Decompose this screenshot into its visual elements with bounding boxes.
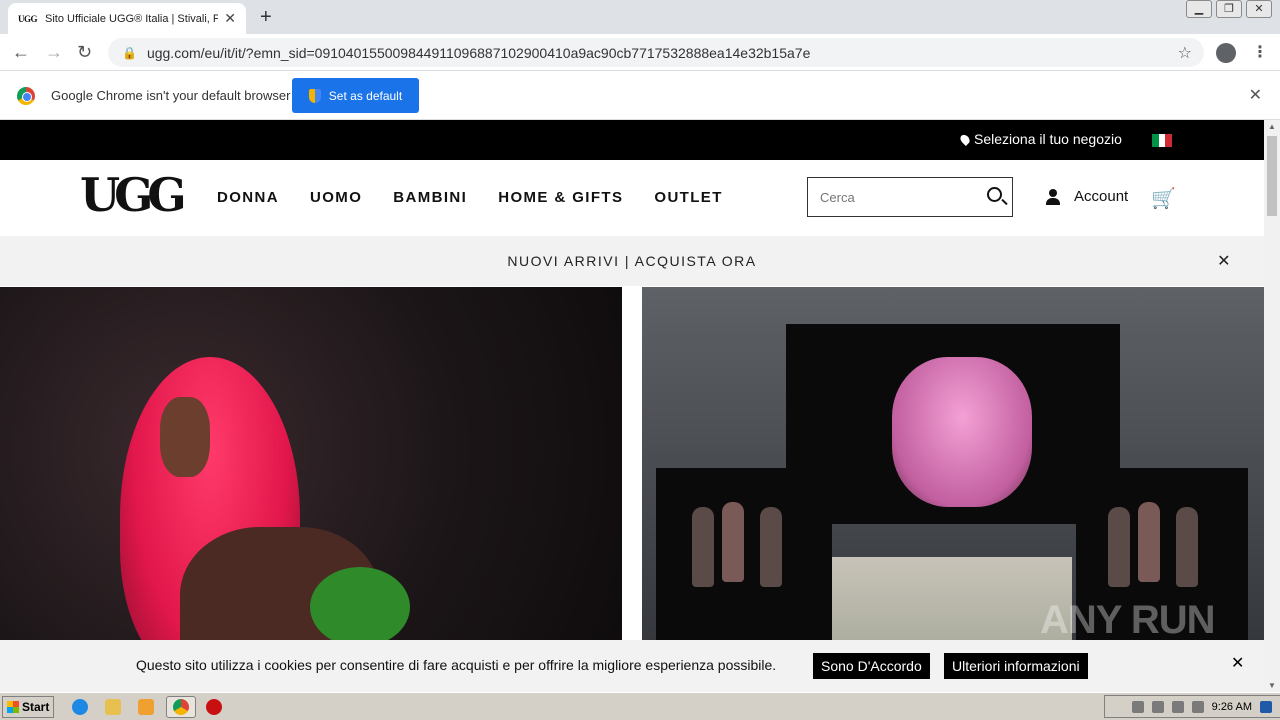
collage-figure [722,502,744,582]
collage-figure [692,507,714,587]
account-label: Account [1074,188,1129,205]
minimize-icon[interactable]: ▁ [1186,0,1212,18]
browser-menu-icon[interactable]: ⋮ [1252,42,1268,62]
italy-flag-icon[interactable] [1152,134,1173,147]
tray-arrow-icon[interactable] [1131,700,1144,713]
set-as-default-button[interactable]: Set as default [292,78,419,113]
infobar-message: Google Chrome isn't your default browser [51,88,291,103]
volume-icon[interactable] [1151,700,1164,713]
chrome-logo-icon [17,87,35,105]
shield-icon [308,88,321,103]
forward-icon[interactable]: → [45,42,63,63]
show-desktop-icon[interactable] [1260,700,1272,713]
utility-bar: Seleziona il tuo negozio [0,120,1264,160]
collage-pink-hair [892,357,1032,507]
collage-figure [1176,507,1198,587]
tab-title: Sito Ufficiale UGG® Italia | Stivali, P [45,12,219,25]
search-box [807,177,1013,217]
collage-figure [1108,507,1130,587]
collage-figure [760,507,782,587]
tab-close-icon[interactable]: ✕ [224,10,236,27]
search-icon[interactable] [987,187,1002,202]
browser-tab-strip: UGG Sito Ufficiale UGG® Italia | Stivali… [0,0,1280,34]
account-link[interactable]: Account [1046,188,1128,205]
back-icon[interactable]: ← [12,42,30,63]
system-tray: 9:26 AM [1104,695,1280,718]
restore-icon[interactable]: ❐ [1216,0,1242,18]
browser-tab[interactable]: UGG Sito Ufficiale UGG® Italia | Stivali… [8,3,246,34]
profile-icon[interactable] [1216,43,1236,63]
site-header: UGG DONNA UOMO BAMBINI HOME & GIFTS OUTL… [0,160,1264,236]
ugg-favicon-icon: UGG [18,13,38,24]
infobar-close-icon[interactable]: ✕ [1249,85,1262,105]
promo-text: NUOVI ARRIVI | ACQUISTA ORA [507,253,757,269]
nav-bambini[interactable]: BAMBINI [393,189,467,206]
page-scrollbar[interactable]: ▲ ▼ [1264,120,1280,692]
lock-icon[interactable]: 🔒 [122,46,137,60]
network-icon[interactable] [1171,700,1184,713]
start-button[interactable]: Start [2,696,54,718]
hero-image-left[interactable] [0,287,622,692]
clock[interactable]: 9:26 AM [1212,701,1252,713]
cookie-close-icon[interactable]: ✕ [1231,653,1244,673]
anyrun-watermark: ANY RUN [1040,598,1216,642]
promo-close-icon[interactable]: ✕ [1217,251,1232,271]
location-pin-icon [958,132,972,146]
scroll-up-icon[interactable]: ▲ [1268,122,1276,131]
browser-toolbar: ← → ↻ 🔒 ugg.com/eu/it/it/?emn_sid=091040… [0,34,1280,71]
start-label: Start [22,700,50,714]
address-bar[interactable]: 🔒 ugg.com/eu/it/it/?emn_sid=091040155009… [108,38,1204,67]
ugg-logo[interactable]: UGG [80,168,187,222]
windows-logo-icon [7,701,19,713]
stop-icon[interactable] [206,699,222,715]
new-tab-icon[interactable]: + [260,6,272,29]
default-browser-infobar: Google Chrome isn't your default browser… [0,71,1280,120]
page-viewport: Seleziona il tuo negozio UGG DONNA UOMO … [0,120,1264,692]
promo-banner[interactable]: NUOVI ARRIVI | ACQUISTA ORA ✕ [0,236,1264,286]
scrollbar-thumb[interactable] [1267,136,1277,216]
chrome-taskbar-icon [173,699,189,715]
cookie-banner: Questo sito utilizza i cookies per conse… [0,640,1264,692]
hero-figure-face [160,397,210,477]
user-icon [1046,188,1060,205]
main-nav: DONNA UOMO BAMBINI HOME & GIFTS OUTLET [217,189,754,206]
media-player-icon[interactable] [138,699,154,715]
close-window-icon[interactable]: ✕ [1246,0,1272,18]
search-input[interactable] [820,189,970,205]
store-selector[interactable]: Seleziona il tuo negozio [958,131,1122,147]
flag-icon[interactable] [1191,700,1204,713]
nav-outlet[interactable]: OUTLET [654,189,722,206]
reload-icon[interactable]: ↻ [77,42,92,63]
set-as-default-label: Set as default [328,88,403,103]
store-selector-label: Seleziona il tuo negozio [974,131,1122,147]
nav-uomo[interactable]: UOMO [310,189,362,206]
bookmark-star-icon[interactable]: ☆ [1178,43,1192,63]
cart-icon[interactable]: 🛒 [1151,186,1176,211]
collage-figure [1138,502,1160,582]
window-controls: ▁ ❐ ✕ [1186,0,1272,18]
cookie-text: Questo sito utilizza i cookies per conse… [136,657,777,673]
cookie-accept-button[interactable]: Sono D'Accordo [813,653,930,679]
nav-home-gifts[interactable]: HOME & GIFTS [498,189,623,206]
ie-icon[interactable] [72,699,88,715]
windows-taskbar: Start 9:26 AM [0,692,1280,720]
nav-donna[interactable]: DONNA [217,189,279,206]
url-text: ugg.com/eu/it/it/?emn_sid=09104015500984… [146,44,811,61]
cookie-more-info-button[interactable]: Ulteriori informazioni [944,653,1088,679]
hero-figure-green-item [310,567,410,647]
folder-icon[interactable] [105,699,121,715]
scroll-down-icon[interactable]: ▼ [1268,681,1276,690]
